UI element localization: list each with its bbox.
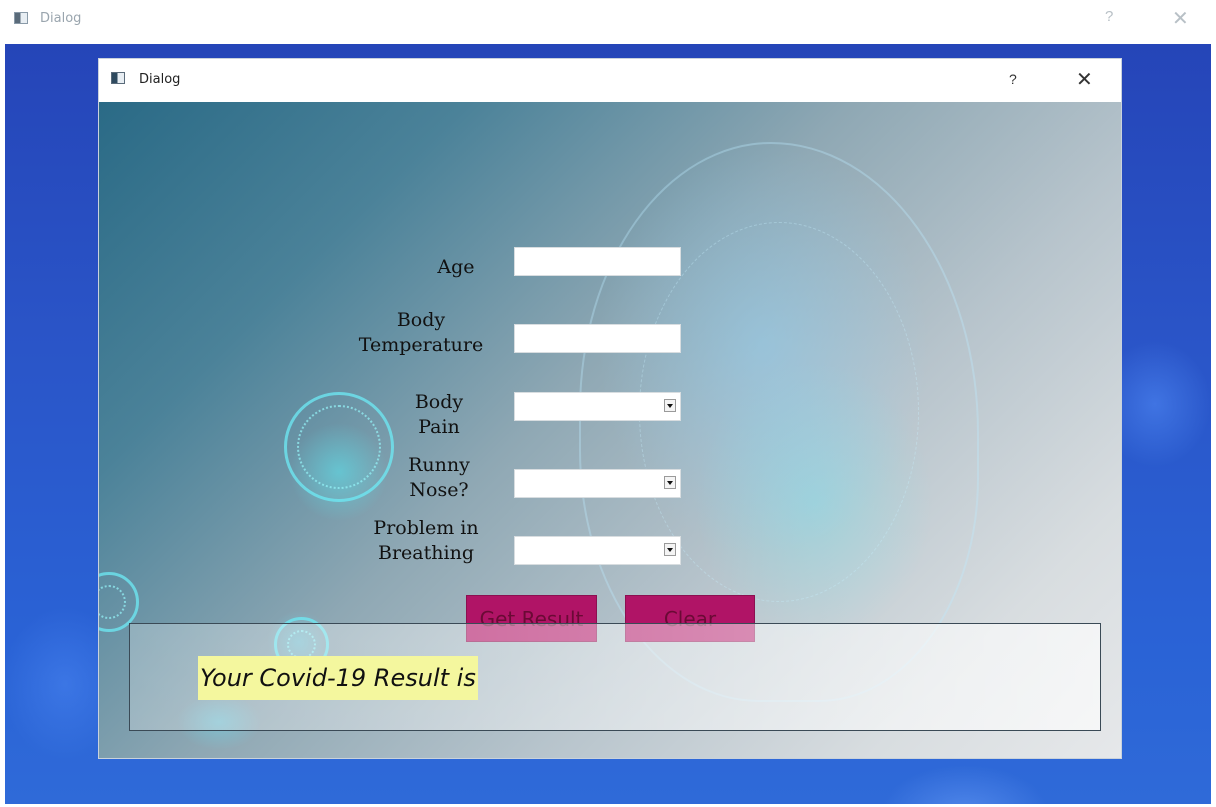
help-icon[interactable]: ? — [1009, 71, 1017, 87]
outer-help-icon[interactable]: ? — [1105, 8, 1113, 25]
problem-breathing-label: Problem in Breathing — [373, 517, 479, 564]
dropdown-arrow-icon[interactable] — [664, 399, 676, 412]
window-icon — [14, 12, 28, 24]
body-pain-select[interactable] — [514, 392, 681, 421]
window-icon — [111, 72, 125, 84]
dropdown-arrow-icon[interactable] — [664, 476, 676, 489]
background-network-illustration — [639, 222, 919, 602]
outer-close-icon[interactable]: ✕ — [1172, 6, 1189, 31]
result-panel: Your Covid-19 Result is — [129, 623, 1101, 731]
dropdown-arrow-icon[interactable] — [664, 543, 676, 556]
dialog-client-area: Age Body Temperature Body Pain Runny Nos… — [99, 102, 1121, 758]
close-icon[interactable]: ✕ — [1076, 67, 1093, 92]
runny-nose-select[interactable] — [514, 469, 681, 498]
dialog-title: Dialog — [139, 72, 181, 87]
age-input[interactable] — [514, 247, 681, 276]
problem-breathing-select[interactable] — [514, 536, 681, 565]
body-temperature-label: Body Temperature — [358, 309, 484, 356]
outer-window-title: Dialog — [40, 11, 82, 26]
virus-illustration — [284, 392, 394, 502]
dialog-titlebar: Dialog ? ✕ — [99, 59, 1121, 102]
body-temperature-input[interactable] — [514, 324, 681, 353]
outer-titlebar: Dialog ? ✕ — [0, 0, 1216, 44]
result-text: Your Covid-19 Result is — [198, 656, 478, 700]
runny-nose-label: Runny Nose? — [408, 454, 470, 501]
body-pain-label: Body Pain — [414, 391, 464, 438]
dialog-window: Dialog ? ✕ Age Body Temperature Body Pai… — [99, 59, 1121, 758]
age-label: Age — [437, 256, 475, 278]
